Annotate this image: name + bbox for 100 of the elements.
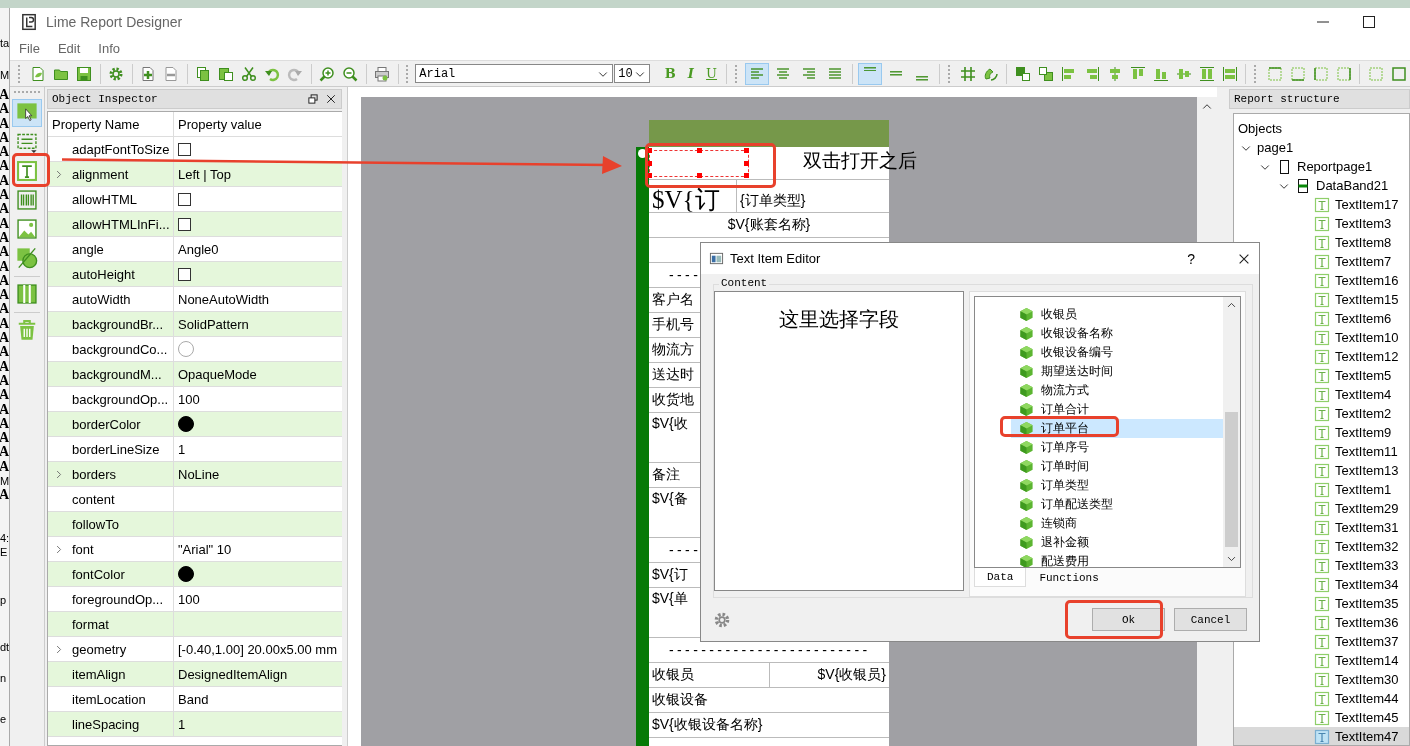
menu-item[interactable]: File: [18, 40, 49, 56]
checkbox[interactable]: [178, 142, 191, 156]
tree-item[interactable]: TextItem7: [1234, 252, 1409, 271]
report-field[interactable]: 收银员: [652, 666, 694, 684]
tree-item[interactable]: TextItem2: [1234, 404, 1409, 423]
property-value[interactable]: Left | Top: [178, 166, 231, 182]
zoom-out-icon[interactable]: [342, 65, 359, 82]
tree-item[interactable]: TextItem10: [1234, 328, 1409, 347]
report-field[interactable]: 客户名: [652, 291, 694, 309]
dialog-button[interactable]: Cancel: [1174, 608, 1247, 631]
add-page-icon[interactable]: [140, 65, 157, 82]
report-field[interactable]: $V{备: [652, 490, 688, 506]
tree-item[interactable]: page1: [1234, 138, 1409, 157]
field-item[interactable]: 订单类型: [975, 476, 1223, 495]
tree-item[interactable]: TextItem1: [1234, 480, 1409, 499]
gear-outline-icon[interactable]: [713, 610, 731, 629]
scrollbar[interactable]: [1223, 297, 1240, 567]
left-border-icon[interactable]: [1312, 65, 1329, 82]
zoom-in-icon[interactable]: [319, 65, 336, 82]
field-item[interactable]: 物流方式: [975, 381, 1223, 400]
tree-item[interactable]: TextItem30: [1234, 670, 1409, 689]
field-item[interactable]: 连锁商: [975, 514, 1223, 533]
font-size-dropdown[interactable]: 10: [614, 64, 651, 83]
menu-item[interactable]: Info: [97, 40, 130, 56]
checkbox[interactable]: [178, 192, 191, 206]
menu-item[interactable]: Edit: [56, 40, 90, 56]
field-item[interactable]: 收银设备编号: [975, 343, 1223, 362]
property-value[interactable]: Angle0: [178, 241, 219, 257]
content-editor[interactable]: 这里选择字段: [714, 291, 964, 591]
same-width-icon[interactable]: [1198, 65, 1215, 82]
field-item[interactable]: 订单配送类型: [975, 495, 1223, 514]
grid-icon[interactable]: [959, 65, 976, 82]
tree-item[interactable]: TextItem5: [1234, 366, 1409, 385]
report-field[interactable]: ----: [669, 542, 702, 558]
field-item[interactable]: 配送费用: [975, 552, 1223, 567]
report-field[interactable]: $V{收: [652, 415, 688, 431]
field-item[interactable]: 订单时间: [975, 457, 1223, 476]
property-value[interactable]: 1: [178, 441, 186, 457]
tree-item[interactable]: TextItem4: [1234, 385, 1409, 404]
tab[interactable]: Functions: [1026, 568, 1112, 587]
property-value[interactable]: SolidPattern: [178, 316, 249, 332]
selected-text-item[interactable]: [649, 150, 749, 177]
alignment-button[interactable]: [744, 62, 769, 85]
report-field[interactable]: 收货地: [652, 391, 694, 409]
property-value[interactable]: "Arial" 10: [178, 541, 232, 557]
report-field[interactable]: $V{订: [652, 566, 688, 584]
help-button[interactable]: ?: [1187, 250, 1195, 267]
tree-item[interactable]: TextItem33: [1234, 556, 1409, 575]
tree-item[interactable]: TextItem45: [1234, 708, 1409, 727]
band-marker[interactable]: [636, 147, 649, 746]
property-value[interactable]: 1: [178, 716, 186, 732]
report-field[interactable]: -------------------------: [669, 642, 871, 658]
tree-item[interactable]: TextItem13: [1234, 461, 1409, 480]
tree-item[interactable]: TextItem37: [1234, 632, 1409, 651]
tree-item[interactable]: TextItem6: [1234, 309, 1409, 328]
report-field[interactable]: 备注: [652, 466, 680, 484]
field-item[interactable]: 收银设备名称: [975, 324, 1223, 343]
field-item[interactable]: 订单平台: [1011, 419, 1223, 438]
field-item[interactable]: 订单合计: [975, 400, 1223, 419]
tree-item[interactable]: TextItem8: [1234, 233, 1409, 252]
property-value[interactable]: DesignedItemAlign: [178, 666, 288, 682]
tree-item[interactable]: TextItem44: [1234, 689, 1409, 708]
copy-icon[interactable]: [195, 65, 212, 82]
tree-item[interactable]: TextItem11: [1234, 442, 1409, 461]
dialog-button[interactable]: Ok: [1092, 608, 1165, 631]
tree-item[interactable]: TextItem12: [1234, 347, 1409, 366]
close-icon[interactable]: [325, 93, 337, 105]
report-field[interactable]: $V{收银员}: [817, 666, 886, 684]
all-borders-icon[interactable]: [1390, 65, 1407, 82]
printer-icon[interactable]: [374, 65, 390, 82]
report-field[interactable]: $V{订: [652, 186, 720, 212]
checkbox[interactable]: [178, 217, 191, 231]
report-field[interactable]: 收银设备: [652, 691, 708, 709]
right-border-icon[interactable]: [1335, 65, 1352, 82]
maximize-icon[interactable]: [1361, 14, 1377, 30]
tree-item[interactable]: TextItem29: [1234, 499, 1409, 518]
property-value[interactable]: 100: [178, 391, 200, 407]
top-border-icon[interactable]: [1266, 65, 1283, 82]
tab[interactable]: Data: [974, 568, 1027, 587]
property-value[interactable]: OpaqueMode: [178, 366, 257, 382]
send-to-back-icon[interactable]: [1037, 65, 1054, 82]
report-field[interactable]: $V{账套名称}: [727, 216, 811, 234]
paste-icon[interactable]: [218, 65, 235, 82]
property-value[interactable]: [-0.40,1.00] 20.00x5.00 mm: [178, 641, 337, 657]
field-item[interactable]: 收银员: [975, 305, 1223, 324]
tree-item[interactable]: TextItem32: [1234, 537, 1409, 556]
report-field[interactable]: ----: [669, 267, 702, 283]
font-dropdown[interactable]: Arial: [415, 64, 614, 83]
tree-item[interactable]: DataBand21: [1234, 176, 1409, 195]
tree-item[interactable]: TextItem47: [1234, 727, 1409, 745]
tree-item[interactable]: TextItem34: [1234, 575, 1409, 594]
scissors-icon[interactable]: [241, 65, 258, 82]
property-value[interactable]: 100: [178, 591, 200, 607]
report-field[interactable]: 物流方: [652, 341, 694, 359]
remove-page-icon[interactable]: [163, 65, 180, 82]
property-value[interactable]: NoneAutoWidth: [178, 291, 270, 307]
bring-to-front-icon[interactable]: [1014, 65, 1031, 82]
align-top-edges-icon[interactable]: [1129, 65, 1146, 82]
float-icon[interactable]: [307, 93, 319, 105]
property-value[interactable]: NoLine: [178, 466, 220, 482]
